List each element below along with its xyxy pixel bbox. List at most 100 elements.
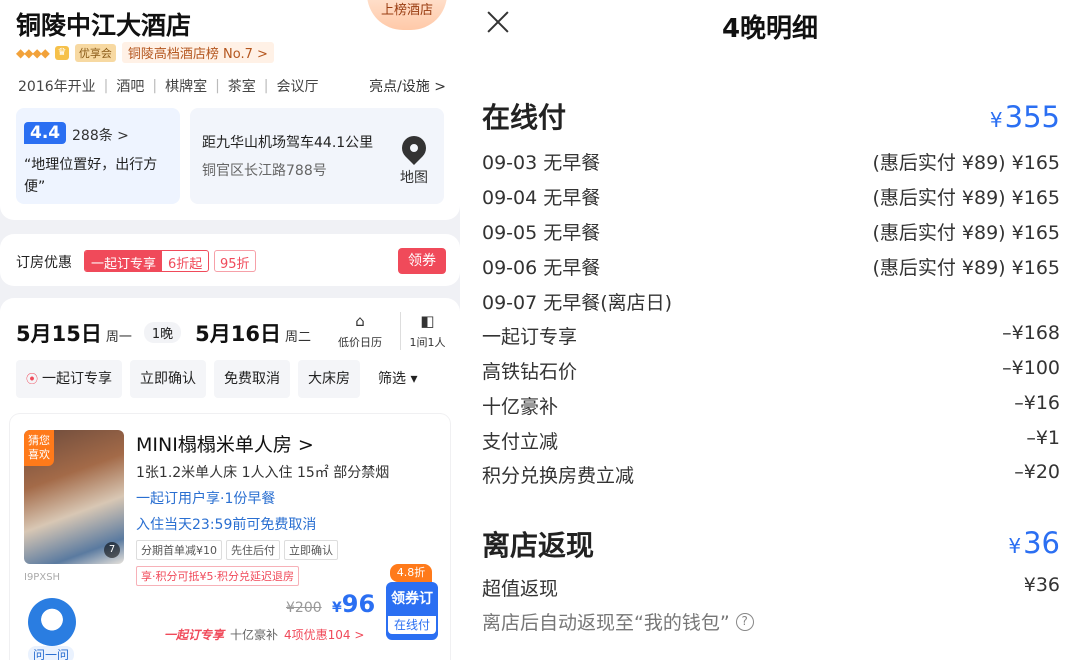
- map-pin-icon[interactable]: [397, 131, 431, 165]
- promo-title: 订房优惠: [16, 255, 72, 271]
- price-calendar-button[interactable]: ⌂ 低价日历: [334, 312, 386, 350]
- facility-row[interactable]: 2016年开业 | 酒吧 | 棋牌室 | 茶室 | 会议厅 亮点/设施 >: [18, 76, 446, 96]
- help-icon[interactable]: ?: [735, 612, 754, 631]
- book-with-coupon-button[interactable]: 领券订 在线付: [386, 582, 438, 640]
- review-score: 4.4: [24, 122, 67, 144]
- filter-chip-free-cancel[interactable]: 免费取消: [214, 360, 291, 398]
- vip-tag: 优享会: [74, 43, 116, 62]
- discount-line-label: 高铁钻石价: [482, 361, 578, 383]
- price-line: 09-04 无早餐 (惠后实付 ¥89) ¥165: [482, 183, 1060, 210]
- discount-badge: 4.8折: [390, 564, 432, 582]
- price-line-value: (惠后实付 ¥89) ¥165: [872, 222, 1060, 244]
- discount-line: 支付立减 –¥1: [482, 427, 1060, 454]
- room-booking-card: 5月15日 周一 1晚 5月16日 周二 ⌂ 低价日历 ◧ 1间1人 ⦿ 一起订专…: [0, 298, 460, 660]
- photo-count: 7: [104, 542, 120, 558]
- calendar-icon: ⌂: [355, 312, 365, 330]
- map-label[interactable]: 地图: [400, 167, 428, 187]
- filter-chip-instant[interactable]: 立即确认: [130, 360, 207, 398]
- calendar-label: 低价日历: [338, 336, 382, 349]
- promo-tag-discount: 6折起: [168, 257, 203, 272]
- online-pay-value: 355: [1004, 100, 1060, 134]
- price-line-label: 09-07 无早餐(离店日): [482, 292, 673, 314]
- claim-coupon-button[interactable]: 领券: [398, 248, 446, 274]
- review-score-box[interactable]: 4.4 288条 > “地理位置好，出行方便”: [16, 108, 180, 204]
- discount-line-value: –¥168: [1002, 322, 1060, 344]
- discount-line-value: –¥100: [1002, 357, 1060, 379]
- room-photo[interactable]: 猜您喜欢 7: [24, 430, 124, 564]
- date-selector[interactable]: 5月15日 周一 1晚 5月16日 周二: [16, 318, 319, 348]
- room-tag: 先住后付: [226, 540, 280, 560]
- price-line-label: 09-03 无早餐: [482, 152, 601, 174]
- price-line-label: 09-04 无早餐: [482, 187, 601, 209]
- cashback-title: 离店返现: [482, 529, 595, 562]
- guess-you-like-tag: 猜您喜欢: [24, 430, 54, 466]
- ranked-hotel-badge: 上榜酒店: [367, 0, 447, 30]
- cashback-value: 36: [1023, 526, 1060, 560]
- room-people-label: 1间1人: [409, 336, 446, 349]
- facility-item: 棋牌室: [165, 79, 208, 95]
- discount-line-value: –¥1: [1026, 427, 1060, 449]
- filter-button[interactable]: 筛选 ▾: [368, 360, 428, 398]
- facility-item: 会议厅: [276, 79, 319, 95]
- savings-subsidy: 十亿豪补: [230, 628, 279, 642]
- room-cancel-policy: 入住当天23:59前可免费取消: [136, 517, 317, 533]
- discount-line-label: 一起订专享: [482, 326, 578, 348]
- ranking-link[interactable]: 铜陵高档酒店榜 No.7 >: [121, 42, 274, 63]
- price-currency: ¥: [332, 600, 342, 616]
- online-pay-amount: ¥355: [990, 100, 1060, 134]
- review-count: 288条 >: [72, 128, 129, 144]
- filter-chip-label: 一起订专享: [42, 371, 113, 387]
- cashback-line: 超值返现 ¥36: [482, 574, 1060, 601]
- together-logo-icon: ⦿: [26, 372, 39, 386]
- filter-chip-king-bed[interactable]: 大床房: [298, 360, 361, 398]
- price-line-label: 09-06 无早餐: [482, 257, 601, 279]
- discount-line-value: –¥20: [1014, 461, 1060, 483]
- ask-assistant-label[interactable]: 问一问: [28, 646, 75, 660]
- cashback-line-label: 超值返现: [482, 578, 559, 600]
- hotel-name: 铜陵中江大酒店: [16, 11, 192, 40]
- price-line-value: (惠后实付 ¥89) ¥165: [872, 187, 1060, 209]
- room-name[interactable]: MINI榻榻米单人房 >: [136, 430, 314, 457]
- online-pay-currency: ¥: [989, 108, 1003, 132]
- booking-promo-card: 订房优惠 一起订专享 6折起 95折 领券: [0, 234, 460, 286]
- crown-icon: ♛: [54, 45, 69, 60]
- review-quote: “地理位置好，出行方便”: [24, 157, 158, 195]
- points-perk-tag: 享·积分可抵¥5·积分兑延迟退房: [136, 566, 299, 586]
- facility-item: 茶室: [227, 79, 256, 95]
- checkout-date: 5月16日: [195, 322, 281, 346]
- savings-summary[interactable]: 一起订专享 十亿豪补 4项优惠104 >: [164, 626, 364, 643]
- checkin-weekday: 周一: [105, 330, 132, 345]
- room-filter-bar: ⦿ 一起订专享 立即确认 免费取消 大床房 筛选 ▾: [16, 360, 428, 398]
- room-spec: 1张1.2米单人床 1人入住 15㎡ 部分禁烟: [136, 465, 390, 481]
- discount-line: 十亿豪补 –¥16: [482, 392, 1060, 419]
- book-label: 领券订: [391, 591, 433, 607]
- room-price: ¥96: [332, 590, 375, 618]
- detail-title: 4晚明细: [721, 14, 819, 44]
- price-line: 09-07 无早餐(离店日): [482, 288, 1060, 315]
- price-line: 09-03 无早餐 (惠后实付 ¥89) ¥165: [482, 148, 1060, 175]
- price-line-label: 09-05 无早餐: [482, 222, 601, 244]
- facility-item: 酒吧: [116, 79, 145, 95]
- facilities-more-link[interactable]: 亮点/设施 >: [369, 76, 446, 96]
- room-people-button[interactable]: ◧ 1间1人: [400, 312, 454, 350]
- hotel-info-card: 铜陵中江大酒店 上榜酒店 ◆◆◆◆ ♛ 优享会 铜陵高档酒店榜 No.7 > 2…: [0, 0, 460, 220]
- location-box[interactable]: 距九华山机场驾车44.1公里 铜官区长江路788号 地图: [190, 108, 444, 204]
- door-icon: ◧: [420, 312, 435, 330]
- savings-total-link[interactable]: 4项优惠104 >: [284, 626, 364, 643]
- price-line-value: (惠后实付 ¥89) ¥165: [872, 257, 1060, 279]
- price-value: 96: [341, 590, 376, 618]
- cashback-line-value: ¥36: [1023, 574, 1060, 596]
- assistant-robot-icon[interactable]: [28, 598, 76, 646]
- hotel-detail-panel: 铜陵中江大酒店 上榜酒店 ◆◆◆◆ ♛ 优享会 铜陵高档酒店榜 No.7 > 2…: [0, 0, 460, 660]
- filter-chip-together[interactable]: ⦿ 一起订专享: [16, 360, 123, 398]
- room-item[interactable]: 猜您喜欢 7 I9PXSH 问一问 MINI榻榻米单人房 > 1张1.2米单人床…: [10, 414, 450, 660]
- promo-tag-label: 一起订专享: [85, 251, 163, 271]
- hotel-meta-row: ◆◆◆◆ ♛ 优享会 铜陵高档酒店榜 No.7 >: [16, 42, 274, 63]
- online-pay-title: 在线付: [482, 101, 567, 134]
- cashback-footnote: 离店后自动返现至“我的钱包” ?: [482, 608, 754, 635]
- room-tag: 分期首单减¥10: [136, 540, 222, 560]
- facility-item: 2016年开业: [18, 79, 96, 95]
- promo-tag-group: 一起订专享 6折起: [84, 250, 210, 272]
- promo-tag-95: 95折: [214, 250, 256, 272]
- hotel-address: 铜官区长江路788号: [202, 163, 327, 179]
